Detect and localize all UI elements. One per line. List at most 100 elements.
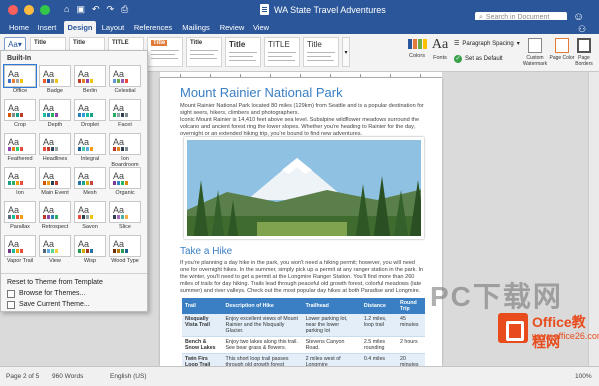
theme-name-label: Parallax — [10, 224, 30, 230]
tab-home[interactable]: Home — [6, 21, 32, 34]
tab-layout[interactable]: Layout — [99, 21, 127, 34]
theme-thumbnail: Aa — [74, 65, 106, 87]
theme-name-label: Depth — [47, 122, 63, 128]
style-thumb-6[interactable]: Title — [225, 37, 261, 67]
theme-name-label: Main Event — [41, 190, 69, 196]
office-logo-icon — [498, 313, 528, 343]
status-bar: Page 2 of 5 960 Words English (US) 100% — [0, 366, 599, 386]
set-as-default-button[interactable]: ✓ Set as Default — [454, 55, 503, 63]
table-cell: 2 miles west of Longmire — [302, 353, 361, 366]
colors-icon — [406, 37, 428, 51]
theme-facet[interactable]: Aa Facet — [109, 99, 141, 129]
table-cell: 20 minutes — [397, 353, 425, 366]
tab-view[interactable]: View — [250, 21, 272, 34]
table-header: Description of Hike — [222, 298, 303, 314]
word-window: ⌂ ▣ ↶ ↷ ⎙ WA State Travel Adventures ⌕ S… — [0, 0, 599, 386]
theme-preview-glyph: Aa — [43, 239, 55, 249]
theme-preview-glyph: Aa — [8, 239, 20, 249]
mountain-photo[interactable] — [184, 137, 424, 239]
theme-ion-boardroom[interactable]: Aa Ion Boardroom — [109, 133, 141, 168]
theme-name-label: Savon — [82, 224, 98, 230]
theme-feathered[interactable]: Aa Feathered — [4, 133, 36, 163]
theme-depth[interactable]: Aa Depth — [39, 99, 71, 129]
save-icon[interactable]: ▣ — [76, 4, 85, 15]
theme-slice[interactable]: Aa Slice — [109, 201, 141, 231]
word-count[interactable]: 960 Words — [52, 373, 83, 380]
theme-name-label: Berlin — [82, 88, 98, 94]
style-gallery-more-button[interactable]: ▾ — [342, 37, 350, 67]
theme-integral[interactable]: Aa Integral — [74, 133, 106, 163]
tab-insert[interactable]: Insert — [34, 21, 60, 34]
fonts-button[interactable]: Aa Fonts — [430, 37, 450, 61]
save-icon — [7, 300, 15, 309]
theme-thumbnail: Aa — [4, 235, 36, 257]
theme-badge[interactable]: Aa Badge — [39, 65, 71, 95]
theme-vapor-trail[interactable]: Aa Vapor Trail — [4, 235, 36, 265]
theme-name-label: Wood Type — [111, 258, 139, 264]
theme-wood-type[interactable]: Aa Wood Type — [109, 235, 141, 265]
theme-headlines[interactable]: Aa Headlines — [39, 133, 71, 163]
style-thumb-8[interactable]: Title — [303, 37, 339, 67]
theme-thumbnail: Aa — [109, 133, 141, 155]
theme-ion[interactable]: Aa Ion — [4, 167, 36, 197]
colors-button[interactable]: Colors — [406, 37, 428, 59]
theme-retrospect[interactable]: Aa Retrospect — [39, 201, 71, 231]
theme-parallax[interactable]: Aa Parallax — [4, 201, 36, 231]
theme-thumbnail: Aa — [109, 99, 141, 121]
theme-savon[interactable]: Aa Savon — [74, 201, 106, 231]
style-thumb-4[interactable]: Title — [147, 37, 183, 67]
theme-mesh[interactable]: Aa Mesh — [74, 167, 106, 197]
tab-review[interactable]: Review — [217, 21, 247, 34]
theme-thumbnail: Aa — [74, 99, 106, 121]
theme-thumbnail: Aa — [4, 201, 36, 223]
theme-name-label: Crop — [14, 122, 26, 128]
minimize-window-button[interactable] — [24, 5, 34, 15]
print-icon[interactable]: ⎙ — [121, 4, 128, 15]
window-title: WA State Travel Adventures — [260, 4, 386, 15]
page-borders-button[interactable]: Page Borders — [571, 38, 597, 67]
style-thumb-5[interactable]: Title — [186, 37, 222, 67]
redo-icon[interactable]: ↷ — [107, 4, 115, 15]
language-indicator[interactable]: English (US) — [110, 373, 146, 380]
undo-icon[interactable]: ↶ — [92, 4, 100, 15]
style-thumb-7[interactable]: TITLE — [264, 37, 300, 67]
theme-thumbnail: Aa — [74, 201, 106, 223]
document-page[interactable]: Mount Rainier National Park Mount Rainie… — [160, 78, 442, 366]
theme-celestial[interactable]: Aa Celestial — [109, 65, 141, 95]
theme-droplet[interactable]: Aa Droplet — [74, 99, 106, 129]
watermark-icon — [528, 38, 542, 53]
theme-preview-glyph: Aa — [78, 239, 90, 249]
theme-organic[interactable]: Aa Organic — [109, 167, 141, 197]
watermark-url: www.office26.com — [532, 331, 599, 341]
table-cell: Stevens Canyon Road. — [302, 336, 361, 354]
mountain-landscape-image — [187, 140, 421, 236]
reset-theme-menu-item[interactable]: Reset to Theme from Template — [1, 277, 147, 288]
theme-main-event[interactable]: Aa Main Event — [39, 167, 71, 197]
close-window-button[interactable] — [8, 5, 18, 15]
theme-thumbnail: Aa — [109, 201, 141, 223]
themes-section-header: Built-In — [7, 55, 32, 62]
theme-berlin[interactable]: Aa Berlin — [74, 65, 106, 95]
theme-preview-glyph: Aa — [8, 137, 20, 147]
tab-design[interactable]: Design — [64, 21, 96, 34]
custom-watermark-button[interactable]: Custom Watermark — [520, 38, 550, 67]
paragraph-spacing-button[interactable]: ☰ Paragraph Spacing ▾ — [454, 40, 520, 48]
theme-crop[interactable]: Aa Crop — [4, 99, 36, 129]
browse-themes-menu-item[interactable]: Browse for Themes... — [1, 288, 147, 299]
theme-preview-glyph: Aa — [43, 103, 55, 113]
save-theme-menu-item[interactable]: Save Current Theme... — [1, 299, 147, 310]
checkmark-icon: ✓ — [454, 55, 462, 63]
table-header: Trail — [182, 298, 223, 314]
tab-references[interactable]: References — [131, 21, 175, 34]
theme-thumbnail: Aa — [109, 235, 141, 257]
page-count[interactable]: Page 2 of 5 — [6, 373, 39, 380]
theme-wisp[interactable]: Aa Wisp — [74, 235, 106, 265]
maximize-window-button[interactable] — [40, 5, 50, 15]
hike-table: Trail Description of Hike Trailhead Dist… — [182, 298, 425, 366]
folder-icon — [7, 289, 15, 298]
zoom-level[interactable]: 100% — [575, 373, 592, 380]
theme-view[interactable]: Aa View — [39, 235, 71, 265]
home-icon[interactable]: ⌂ — [64, 4, 69, 15]
tab-mailings[interactable]: Mailings — [178, 21, 214, 34]
theme-office[interactable]: Aa Office — [3, 64, 37, 95]
